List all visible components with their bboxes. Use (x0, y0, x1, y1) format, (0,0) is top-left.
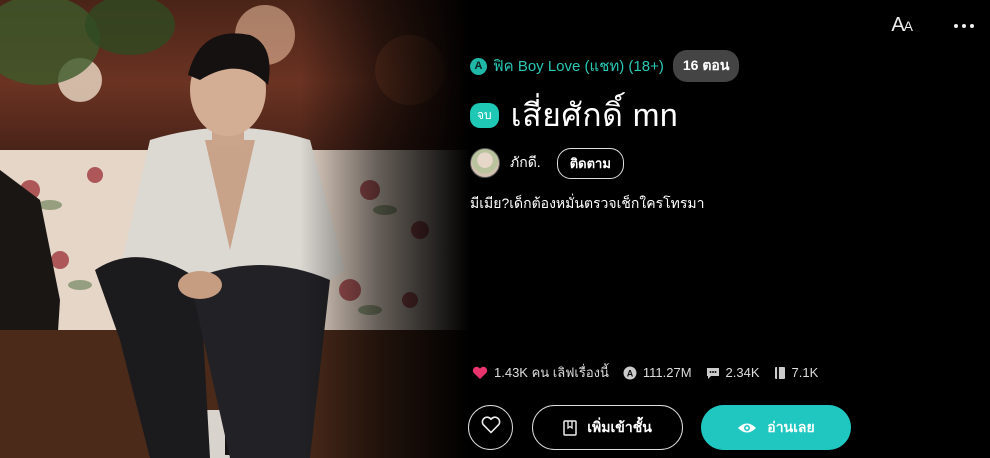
action-bar: เพิ่มเข้าชั้น อ่านเลย (468, 405, 851, 450)
comment-icon (706, 366, 720, 380)
episode-count-badge: 16 ตอน (672, 50, 740, 82)
like-button[interactable] (468, 405, 513, 450)
heart-icon (472, 366, 488, 380)
heart-outline-icon (481, 416, 501, 439)
author-name[interactable]: ภักดี. (510, 152, 541, 174)
story-stats: 1.43K คน เลิฟเรื่องนี้ A 111.27M 2.34K 7… (472, 362, 832, 383)
story-title: เสี่ยศักดิ์ mn (510, 96, 679, 133)
comments-count: 2.34K (725, 365, 760, 380)
bookmarks-count: 7.1K (791, 365, 819, 380)
svg-text:A: A (627, 368, 634, 378)
eye-icon (737, 421, 757, 435)
read-now-label: อ่านเลย (767, 418, 815, 435)
completed-badge: จบ (470, 102, 499, 128)
views-stat: A 111.27M (623, 365, 692, 380)
likes-count: 1.43K คน เลิฟเรื่องนี้ (494, 365, 609, 380)
likes-stat: 1.43K คน เลิฟเรื่องนี้ (472, 362, 609, 383)
add-to-shelf-button[interactable]: เพิ่มเข้าชั้น (532, 405, 683, 450)
category-link[interactable]: ฟิค Boy Love (แชท) (18+) (493, 54, 664, 78)
read-now-button[interactable]: อ่านเลย (701, 405, 851, 450)
cover-gradient (300, 0, 470, 458)
font-size-icon[interactable]: AA (891, 14, 913, 37)
author-avatar[interactable] (470, 148, 500, 178)
add-to-shelf-label: เพิ่มเข้าชั้น (587, 418, 652, 435)
title-row: จบ เสี่ยศักดิ์ mn (470, 93, 970, 137)
more-options-icon[interactable] (952, 18, 976, 34)
story-synopsis: มีเมีย?เด็กต้องหมั่นตรวจเช็กใครโทรมา (470, 195, 705, 211)
story-info: A ฟิค Boy Love (แชท) (18+) 16 ตอน จบ เสี… (470, 50, 970, 215)
category-icon: A (470, 57, 487, 75)
author-row: ภักดี. ติดตาม (470, 147, 970, 179)
category-row: A ฟิค Boy Love (แชท) (18+) 16 ตอน (470, 50, 970, 82)
cover-image (0, 0, 470, 458)
views-count: 111.27M (642, 365, 692, 380)
bookmarks-stat: 7.1K (774, 365, 819, 380)
follow-button[interactable]: ติดตาม (556, 147, 624, 179)
top-toolbar: AA (891, 14, 976, 37)
views-icon: A (623, 366, 637, 380)
bookshelf-icon (563, 419, 577, 436)
book-icon (774, 366, 786, 380)
comments-stat: 2.34K (706, 365, 760, 380)
